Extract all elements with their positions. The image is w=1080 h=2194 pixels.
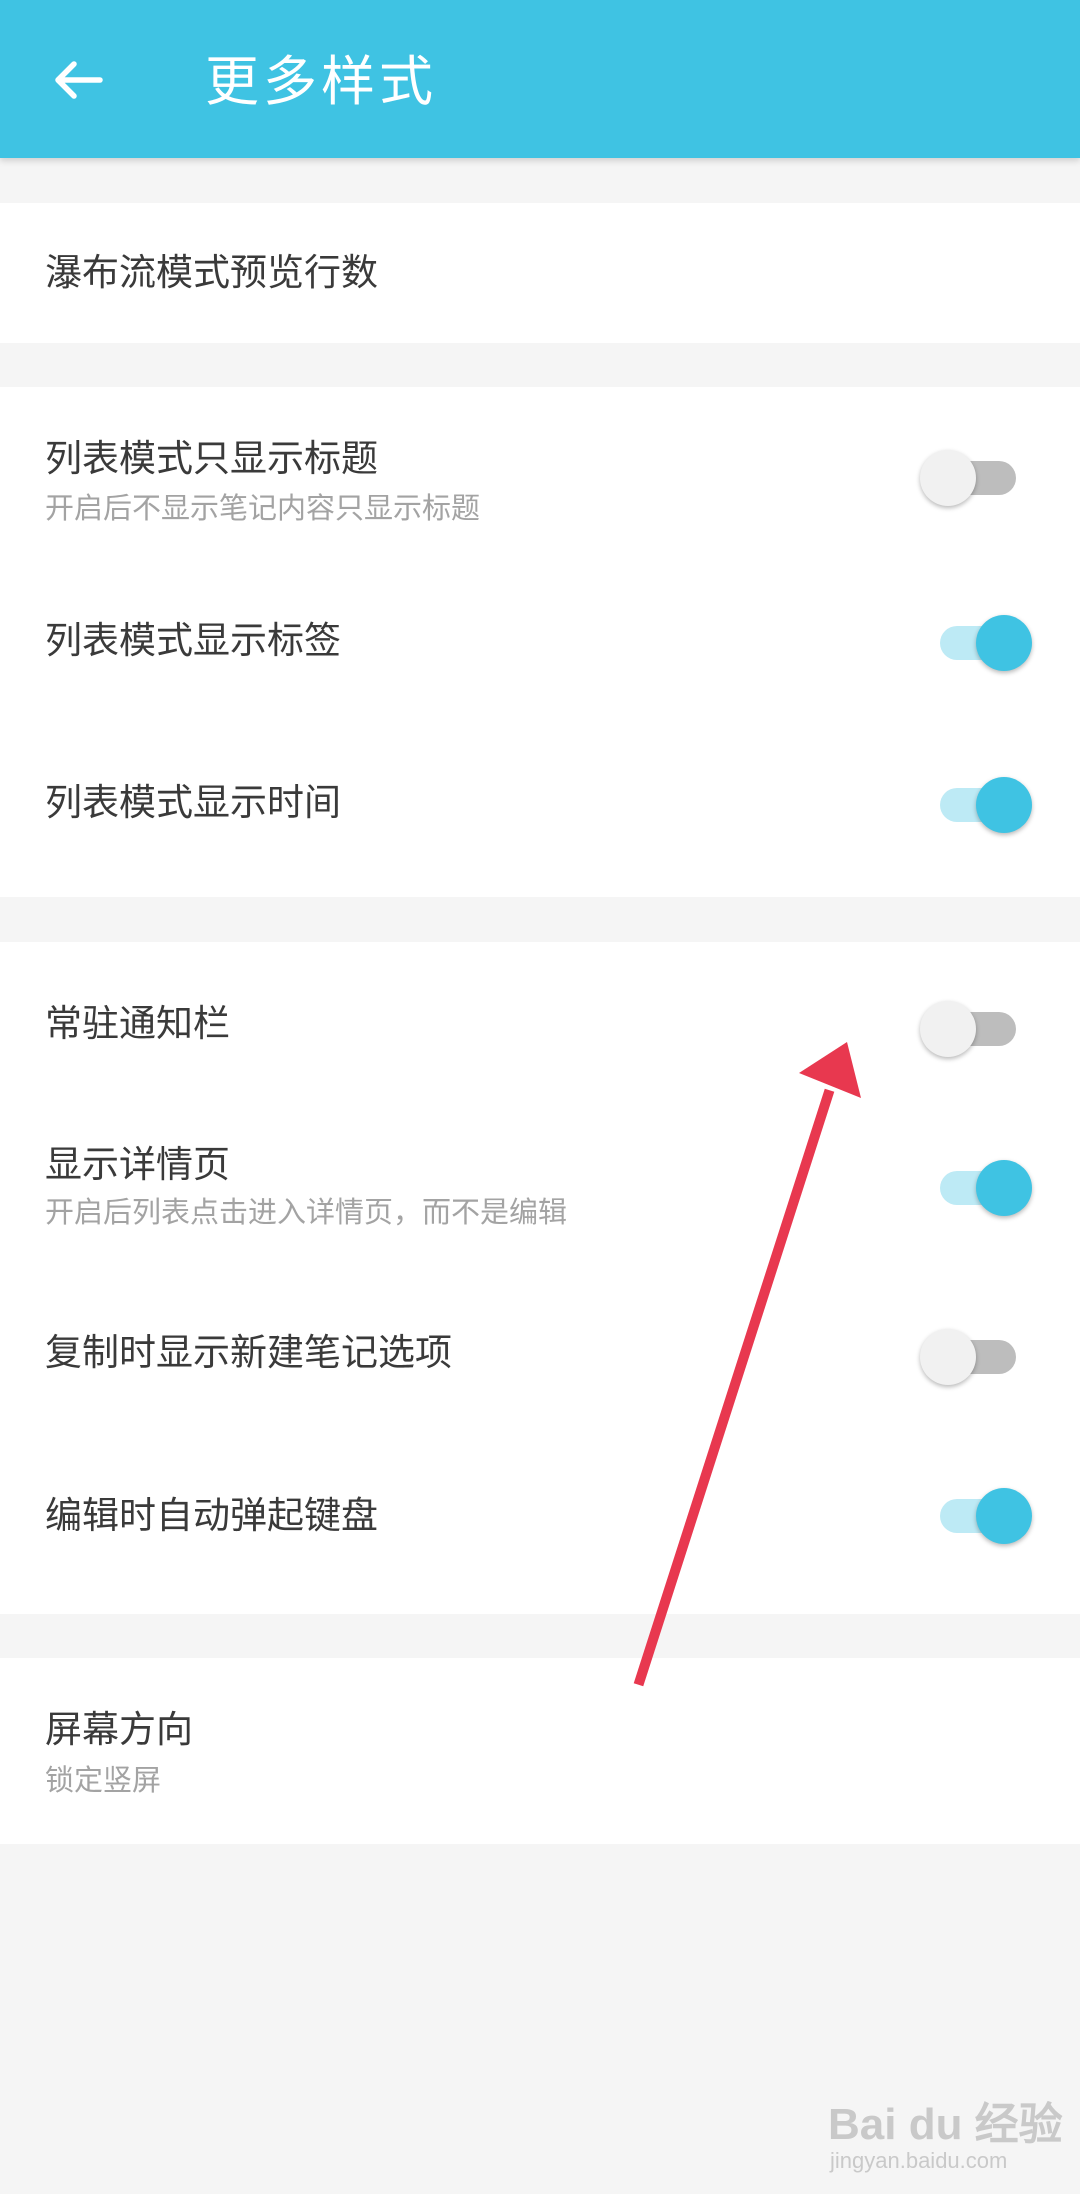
watermark-logo: Bai du 经验 (828, 2100, 1063, 2149)
annotation-arrow (633, 1042, 861, 1687)
watermark-url: jingyan.baidu.com (830, 2148, 1008, 2173)
